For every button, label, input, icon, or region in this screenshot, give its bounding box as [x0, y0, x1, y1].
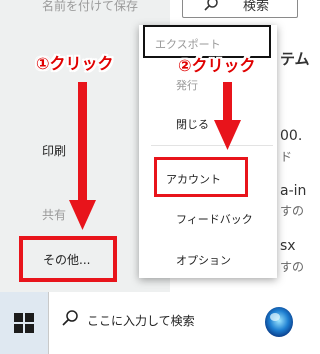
- taskbar: ここに入力して検索: [0, 292, 297, 354]
- arrow-down-icon: [69, 82, 96, 230]
- search-icon: [61, 309, 79, 331]
- annotation-click-1: ①クリック: [36, 54, 114, 73]
- cortana-icon[interactable]: [261, 304, 297, 348]
- taskbar-search-placeholder: ここに入力して検索: [87, 314, 195, 328]
- taskbar-search-box[interactable]: ここに入力して検索: [48, 292, 297, 354]
- annotation-click-2: ②クリック: [178, 56, 256, 75]
- arrow-down-icon: [214, 82, 241, 150]
- windows-start-icon[interactable]: [14, 313, 34, 337]
